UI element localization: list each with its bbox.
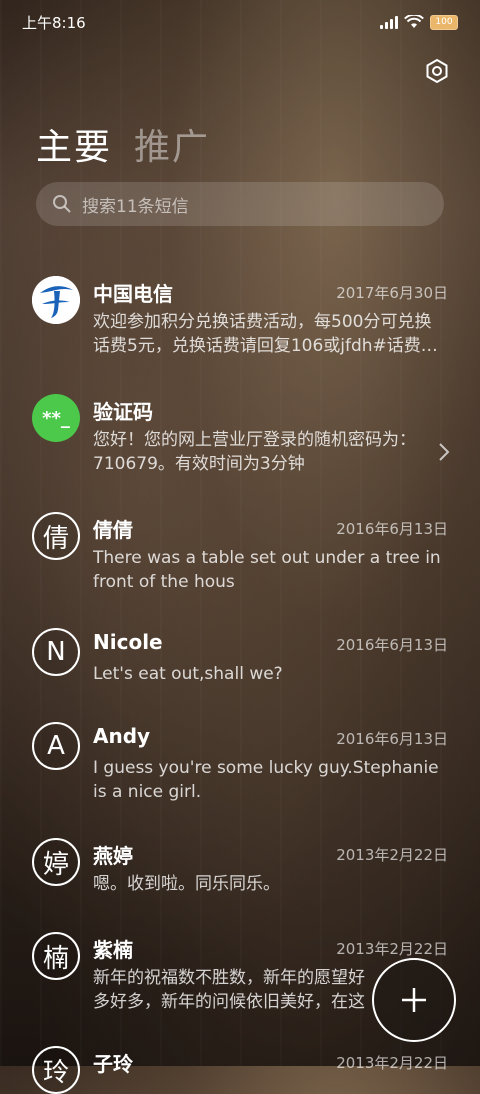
signal-icon bbox=[380, 15, 398, 29]
message-date: 2016年6月13日 bbox=[336, 730, 448, 748]
list-item[interactable]: 倩 倩倩 2016年6月13日 There was a table set ou… bbox=[0, 508, 480, 608]
search-placeholder: 搜索11条短信 bbox=[82, 196, 189, 217]
contact-name: Nicole bbox=[93, 630, 163, 654]
avatar: 倩 bbox=[32, 512, 80, 560]
avatar bbox=[32, 276, 80, 324]
message-date: 2013年2月22日 bbox=[336, 940, 448, 958]
contact-name: Andy bbox=[93, 724, 151, 748]
message-preview: 欢迎参加积分兑换话费活动，每500分可兑换话费5元，兑换话费请回复106或jfd… bbox=[93, 312, 438, 356]
message-date: 2013年2月22日 bbox=[336, 846, 448, 864]
chevron-right-icon bbox=[439, 443, 450, 461]
tab-promotions[interactable]: 推广 bbox=[134, 118, 210, 170]
avatar: 婷 bbox=[32, 838, 80, 886]
list-item[interactable]: **_ 验证码 您好！您的网上营业厅登录的随机密码为：710679。有效时间为3… bbox=[0, 390, 480, 490]
list-item[interactable]: A Andy 2016年6月13日 I guess you're some lu… bbox=[0, 718, 480, 818]
status-time: 上午8:16 bbox=[22, 13, 86, 32]
contact-name: 子玲 bbox=[93, 1052, 133, 1076]
avatar: 玲 bbox=[32, 1046, 80, 1094]
contact-name: 倩倩 bbox=[93, 518, 133, 542]
message-preview: I guess you're some lucky guy.Stephanie … bbox=[93, 758, 439, 802]
avatar: N bbox=[32, 628, 80, 676]
telecom-logo-icon bbox=[32, 276, 80, 324]
message-preview: 新年的祝福数不胜数，新年的愿望好多好多，新年的问候依旧美好，在这个温馨的 bbox=[93, 968, 365, 1012]
contact-name: 中国电信 bbox=[93, 282, 173, 306]
settings-button[interactable] bbox=[422, 56, 452, 86]
contact-name: 紫楠 bbox=[93, 938, 133, 962]
search-input[interactable]: 搜索11条短信 bbox=[36, 182, 444, 226]
gear-icon bbox=[426, 58, 448, 84]
message-date: 2017年6月30日 bbox=[336, 284, 448, 302]
battery-icon: 100 bbox=[430, 14, 458, 30]
message-preview: There was a table set out under a tree i… bbox=[93, 548, 441, 592]
list-item[interactable]: 玲 子玲 2013年2月22日 bbox=[0, 1042, 480, 1094]
plus-icon bbox=[402, 988, 426, 1012]
new-message-button[interactable] bbox=[372, 958, 456, 1042]
message-preview: 嗯。收到啦。同乐同乐。 bbox=[93, 874, 280, 894]
list-item[interactable]: N Nicole 2016年6月13日 Let's eat out,shall … bbox=[0, 624, 480, 724]
message-date: 2016年6月13日 bbox=[336, 636, 448, 654]
message-date: 2016年6月13日 bbox=[336, 520, 448, 538]
message-date: 2013年2月22日 bbox=[336, 1054, 448, 1072]
tab-bar: 主要 推广 bbox=[36, 118, 210, 170]
avatar: A bbox=[32, 722, 80, 770]
status-icons: 100 bbox=[380, 14, 458, 30]
list-item[interactable]: 婷 燕婷 2013年2月22日 嗯。收到啦。同乐同乐。 bbox=[0, 834, 480, 934]
tab-primary[interactable]: 主要 bbox=[36, 118, 112, 170]
list-item[interactable]: 中国电信 2017年6月30日 欢迎参加积分兑换话费活动，每500分可兑换话费5… bbox=[0, 272, 480, 372]
wifi-icon bbox=[404, 15, 424, 28]
avatar: **_ bbox=[32, 394, 80, 442]
contact-name: 燕婷 bbox=[93, 844, 133, 868]
message-preview: 您好！您的网上营业厅登录的随机密码为：710679。有效时间为3分钟 bbox=[93, 430, 416, 474]
avatar: 楠 bbox=[32, 932, 80, 980]
contact-name: 验证码 bbox=[93, 400, 153, 424]
search-icon bbox=[53, 195, 71, 213]
status-bar: 上午8:16 100 bbox=[0, 0, 480, 44]
message-preview: Let's eat out,shall we? bbox=[93, 664, 283, 684]
